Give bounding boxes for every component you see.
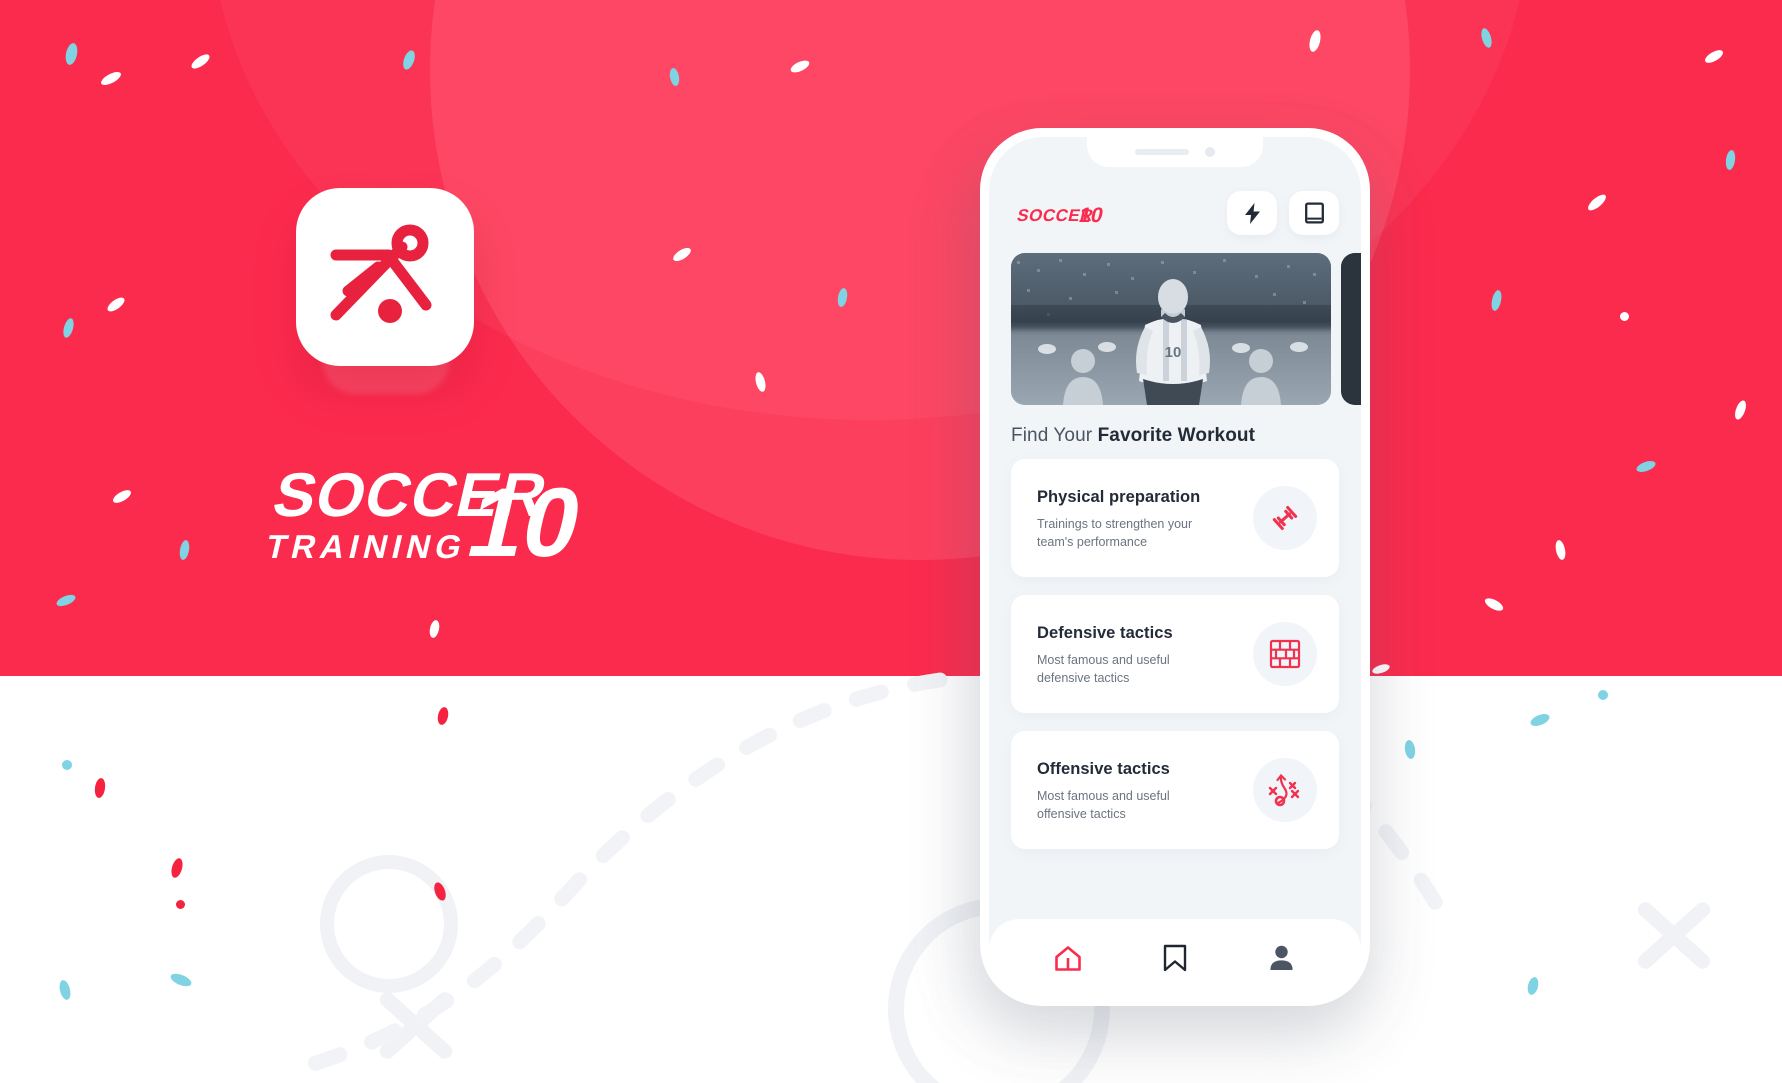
card-title: Physical preparation: [1037, 488, 1201, 507]
person-icon: [1270, 945, 1293, 970]
white-background-panel: [0, 676, 1782, 1083]
card-subtitle: Most famous and useful defensive tactics: [1037, 653, 1170, 685]
card-title: Defensive tactics: [1037, 624, 1173, 643]
card-icon-wrap: [1253, 486, 1317, 550]
card-text: Defensive tactics Most famous and useful…: [1037, 620, 1217, 688]
phone-notch: [1087, 137, 1263, 167]
section-title-light: Find Your: [1011, 425, 1093, 446]
tab-home[interactable]: [1036, 932, 1100, 984]
card-text: Physical preparation Trainings to streng…: [1037, 484, 1217, 552]
book-icon: [1304, 202, 1324, 224]
flash-button[interactable]: [1227, 191, 1277, 235]
soccer-player-kick-icon: [330, 224, 432, 323]
card-offensive-tactics[interactable]: Offensive tactics Most famous and useful…: [1011, 731, 1339, 849]
confetti-dot: [1598, 690, 1608, 700]
front-camera-icon: [1205, 147, 1215, 157]
section-title-bold: Favorite Workout: [1097, 425, 1256, 446]
lightning-bolt-icon: [1244, 202, 1260, 224]
bookmark-icon: [1163, 944, 1187, 971]
wordmark-training: TRAINING: [262, 529, 470, 566]
tab-bookmarks[interactable]: [1143, 932, 1207, 984]
soccer-ball-dot: [378, 299, 402, 323]
confetti-dot: [1620, 312, 1629, 321]
phone-screen: SOCCER 10 10 Find Your Favorite Workout …: [989, 137, 1361, 997]
card-icon-wrap: [1253, 758, 1317, 822]
header-actions: [1227, 191, 1339, 235]
head-circle: [391, 224, 429, 262]
hero-carousel[interactable]: 10: [989, 253, 1361, 405]
speaker-grill-icon: [1135, 149, 1189, 155]
svg-text:10: 10: [1165, 344, 1182, 361]
brick-wall-icon: [1269, 639, 1301, 669]
hero-slide-player[interactable]: 2: [1341, 253, 1361, 405]
card-subtitle: Trainings to strengthen your team's perf…: [1037, 517, 1193, 549]
red-background-panel: [0, 0, 1782, 676]
card-subtitle: Most famous and useful offensive tactics: [1037, 789, 1170, 821]
bottom-tab-bar: [989, 919, 1361, 997]
app-header-logo: SOCCER 10: [1015, 203, 1106, 226]
play-diagram-icon: [1268, 773, 1300, 807]
phone-mockup: SOCCER 10 10 Find Your Favorite Workout …: [980, 128, 1370, 1006]
brand-wordmark: SOCCER TRAINING 10: [258, 438, 588, 570]
hero-slide-stadium[interactable]: 10: [1011, 253, 1331, 405]
card-text: Offensive tactics Most famous and useful…: [1037, 756, 1217, 824]
dumbbell-icon: [1272, 506, 1298, 530]
app-header: SOCCER 10: [989, 185, 1361, 241]
app-icon-tile: [296, 188, 474, 366]
header-logo-number: 10: [1077, 203, 1106, 226]
confetti-dot: [62, 760, 72, 770]
workout-category-list: Physical preparation Trainings to streng…: [1011, 459, 1339, 849]
card-icon-wrap: [1253, 622, 1317, 686]
library-button[interactable]: [1289, 191, 1339, 235]
card-title: Offensive tactics: [1037, 760, 1170, 779]
confetti-dot: [176, 900, 185, 909]
section-title: Find Your Favorite Workout: [1011, 425, 1255, 447]
card-defensive-tactics[interactable]: Defensive tactics Most famous and useful…: [1011, 595, 1339, 713]
presentation-stage: SOCCER TRAINING 10 SOCCER 10 10 Find You…: [0, 0, 1782, 1083]
card-physical-preparation[interactable]: Physical preparation Trainings to streng…: [1011, 459, 1339, 577]
home-icon: [1055, 945, 1082, 971]
tab-profile[interactable]: [1250, 932, 1314, 984]
